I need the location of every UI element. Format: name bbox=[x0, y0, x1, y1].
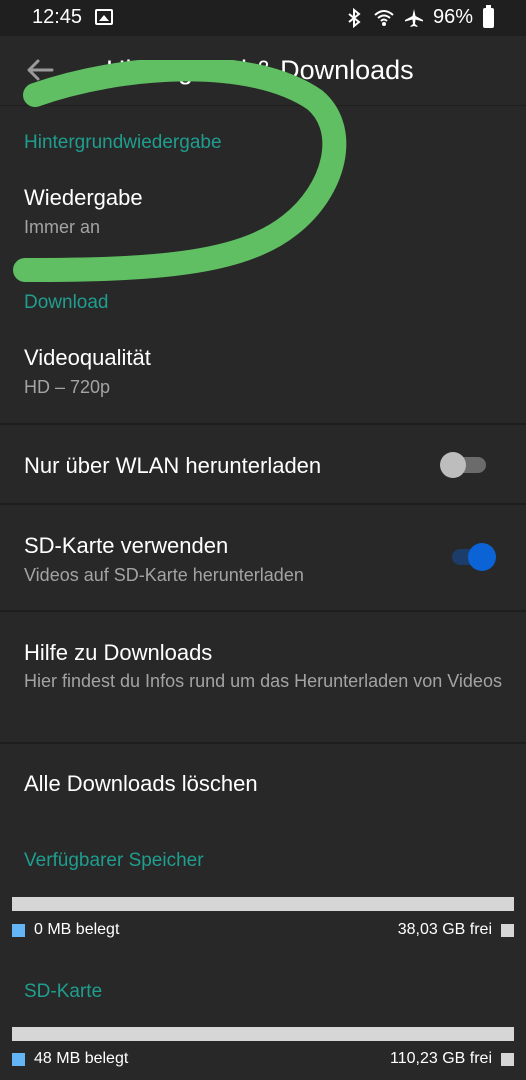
used-square-icon bbox=[12, 923, 25, 937]
video-quality-title: Videoqualität bbox=[24, 345, 151, 370]
help-title: Hilfe zu Downloads bbox=[24, 640, 213, 665]
status-bar: 12:45 96% bbox=[0, 0, 526, 36]
section-header-background: Hintergrundwiedergabe bbox=[24, 132, 222, 153]
storage-free-legend: 38,03 GB frei bbox=[398, 921, 514, 939]
battery-percent: 96% bbox=[432, 6, 473, 28]
help-subtitle: Hier findest du Infos rund um das Herunt… bbox=[24, 671, 502, 691]
wifi-only-label: Nur über WLAN herunterladen bbox=[24, 453, 322, 478]
storage-used-legend: 0 MB belegt bbox=[12, 921, 119, 939]
divider bbox=[0, 610, 526, 612]
free-square-icon bbox=[501, 923, 514, 937]
status-icons: 96% bbox=[343, 4, 494, 29]
storage-bar bbox=[12, 897, 514, 911]
wifi-icon bbox=[374, 9, 394, 26]
divider bbox=[0, 742, 526, 744]
page-title: Hintergrund & Downloads bbox=[106, 55, 414, 85]
sd-storage-used: 48 MB belegt bbox=[34, 1050, 129, 1067]
used-square-icon bbox=[12, 1052, 25, 1066]
section-header-storage: Verfügbarer Speicher bbox=[24, 850, 204, 871]
toggle-knob bbox=[468, 543, 496, 571]
sd-storage-bar bbox=[12, 1027, 514, 1041]
sd-storage-free-legend: 110,23 GB frei bbox=[390, 1050, 514, 1068]
status-time: 12:45 bbox=[32, 6, 83, 28]
app-bar: Hintergrund & Downloads bbox=[0, 36, 526, 106]
sd-card-toggle[interactable] bbox=[450, 541, 500, 573]
video-quality-value: HD – 720p bbox=[24, 377, 111, 397]
divider bbox=[0, 423, 526, 425]
wifi-only-toggle[interactable] bbox=[440, 450, 488, 480]
delete-all-downloads-button[interactable]: Alle Downloads löschen bbox=[24, 771, 258, 797]
section-header-download: Download bbox=[24, 292, 109, 313]
sd-card-subtitle: Videos auf SD-Karte herunterladen bbox=[24, 565, 304, 585]
playback-value: Immer an bbox=[24, 217, 101, 237]
arrow-back-icon[interactable] bbox=[22, 52, 58, 88]
sd-storage-used-legend: 48 MB belegt bbox=[12, 1050, 128, 1068]
sd-storage-free: 110,23 GB frei bbox=[390, 1050, 492, 1067]
bluetooth-icon bbox=[348, 7, 361, 28]
battery-icon bbox=[483, 4, 494, 28]
storage-free: 38,03 GB frei bbox=[397, 921, 492, 938]
free-square-icon bbox=[501, 1052, 514, 1066]
airplane-icon bbox=[404, 8, 423, 27]
playback-title: Wiedergabe bbox=[24, 185, 143, 210]
storage-used: 0 MB belegt bbox=[34, 921, 120, 938]
image-icon bbox=[95, 9, 113, 25]
divider bbox=[0, 503, 526, 505]
section-header-sd-card: SD-Karte bbox=[24, 981, 103, 1002]
sd-card-title: SD-Karte verwenden bbox=[24, 533, 229, 558]
toggle-knob bbox=[440, 452, 466, 478]
